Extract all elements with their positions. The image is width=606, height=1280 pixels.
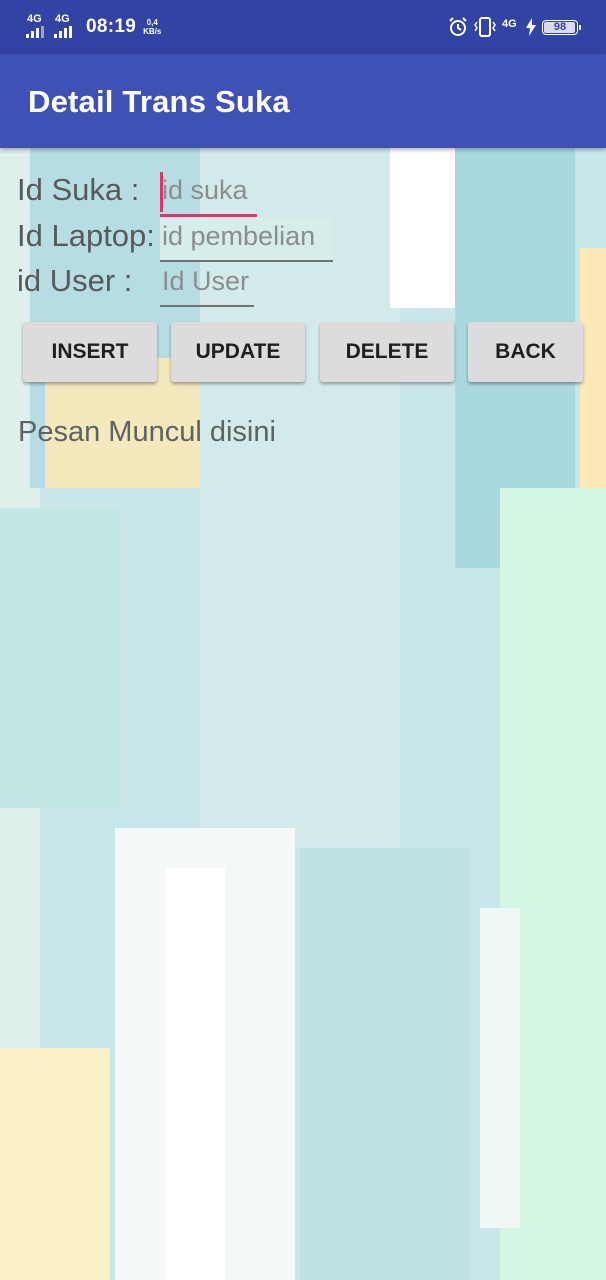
message-text: Pesan Muncul disini <box>18 416 276 448</box>
network-type-3: 4G <box>502 18 517 30</box>
id-laptop-label: Id Laptop: <box>17 218 155 253</box>
charging-icon <box>526 18 536 36</box>
signal-1-icon: 4G <box>26 14 52 40</box>
delete-button[interactable]: DELETE <box>320 322 454 382</box>
background-image <box>0 148 606 1280</box>
network-speed: 0,4 KB/s <box>143 18 161 36</box>
id-pembelian-input[interactable]: id pembelian <box>160 218 333 262</box>
id-pembelian-placeholder: id pembelian <box>162 221 316 251</box>
page-title: Detail Trans Suka <box>28 84 290 119</box>
signal-2-icon: 4G <box>54 14 80 40</box>
id-suka-placeholder: id suka <box>162 175 248 205</box>
signal-3-icon: 4G <box>502 16 520 38</box>
speed-unit: KB/s <box>143 27 162 36</box>
alarm-icon <box>448 17 468 37</box>
network-type-1: 4G <box>27 13 42 25</box>
network-type-2: 4G <box>55 13 70 25</box>
clock: 08:19 <box>86 16 137 37</box>
id-suka-input[interactable]: id suka <box>160 172 257 217</box>
back-button[interactable]: BACK <box>468 322 583 382</box>
update-button[interactable]: UPDATE <box>171 322 305 382</box>
battery-icon: 98 <box>542 19 581 35</box>
battery-level: 98 <box>553 21 567 33</box>
id-user-label: id User : <box>17 263 133 298</box>
app-bar: Detail Trans Suka <box>0 54 606 148</box>
vibrate-icon <box>474 17 496 37</box>
id-suka-label: Id Suka : <box>17 172 140 207</box>
id-user-placeholder: Id User <box>162 266 250 296</box>
insert-button[interactable]: INSERT <box>23 322 157 382</box>
status-bar: 4G 4G 08:19 0,4 KB/s 4G 98 <box>0 0 606 54</box>
speed-value: 0,4 <box>146 18 158 27</box>
id-user-input[interactable]: Id User <box>160 263 254 307</box>
